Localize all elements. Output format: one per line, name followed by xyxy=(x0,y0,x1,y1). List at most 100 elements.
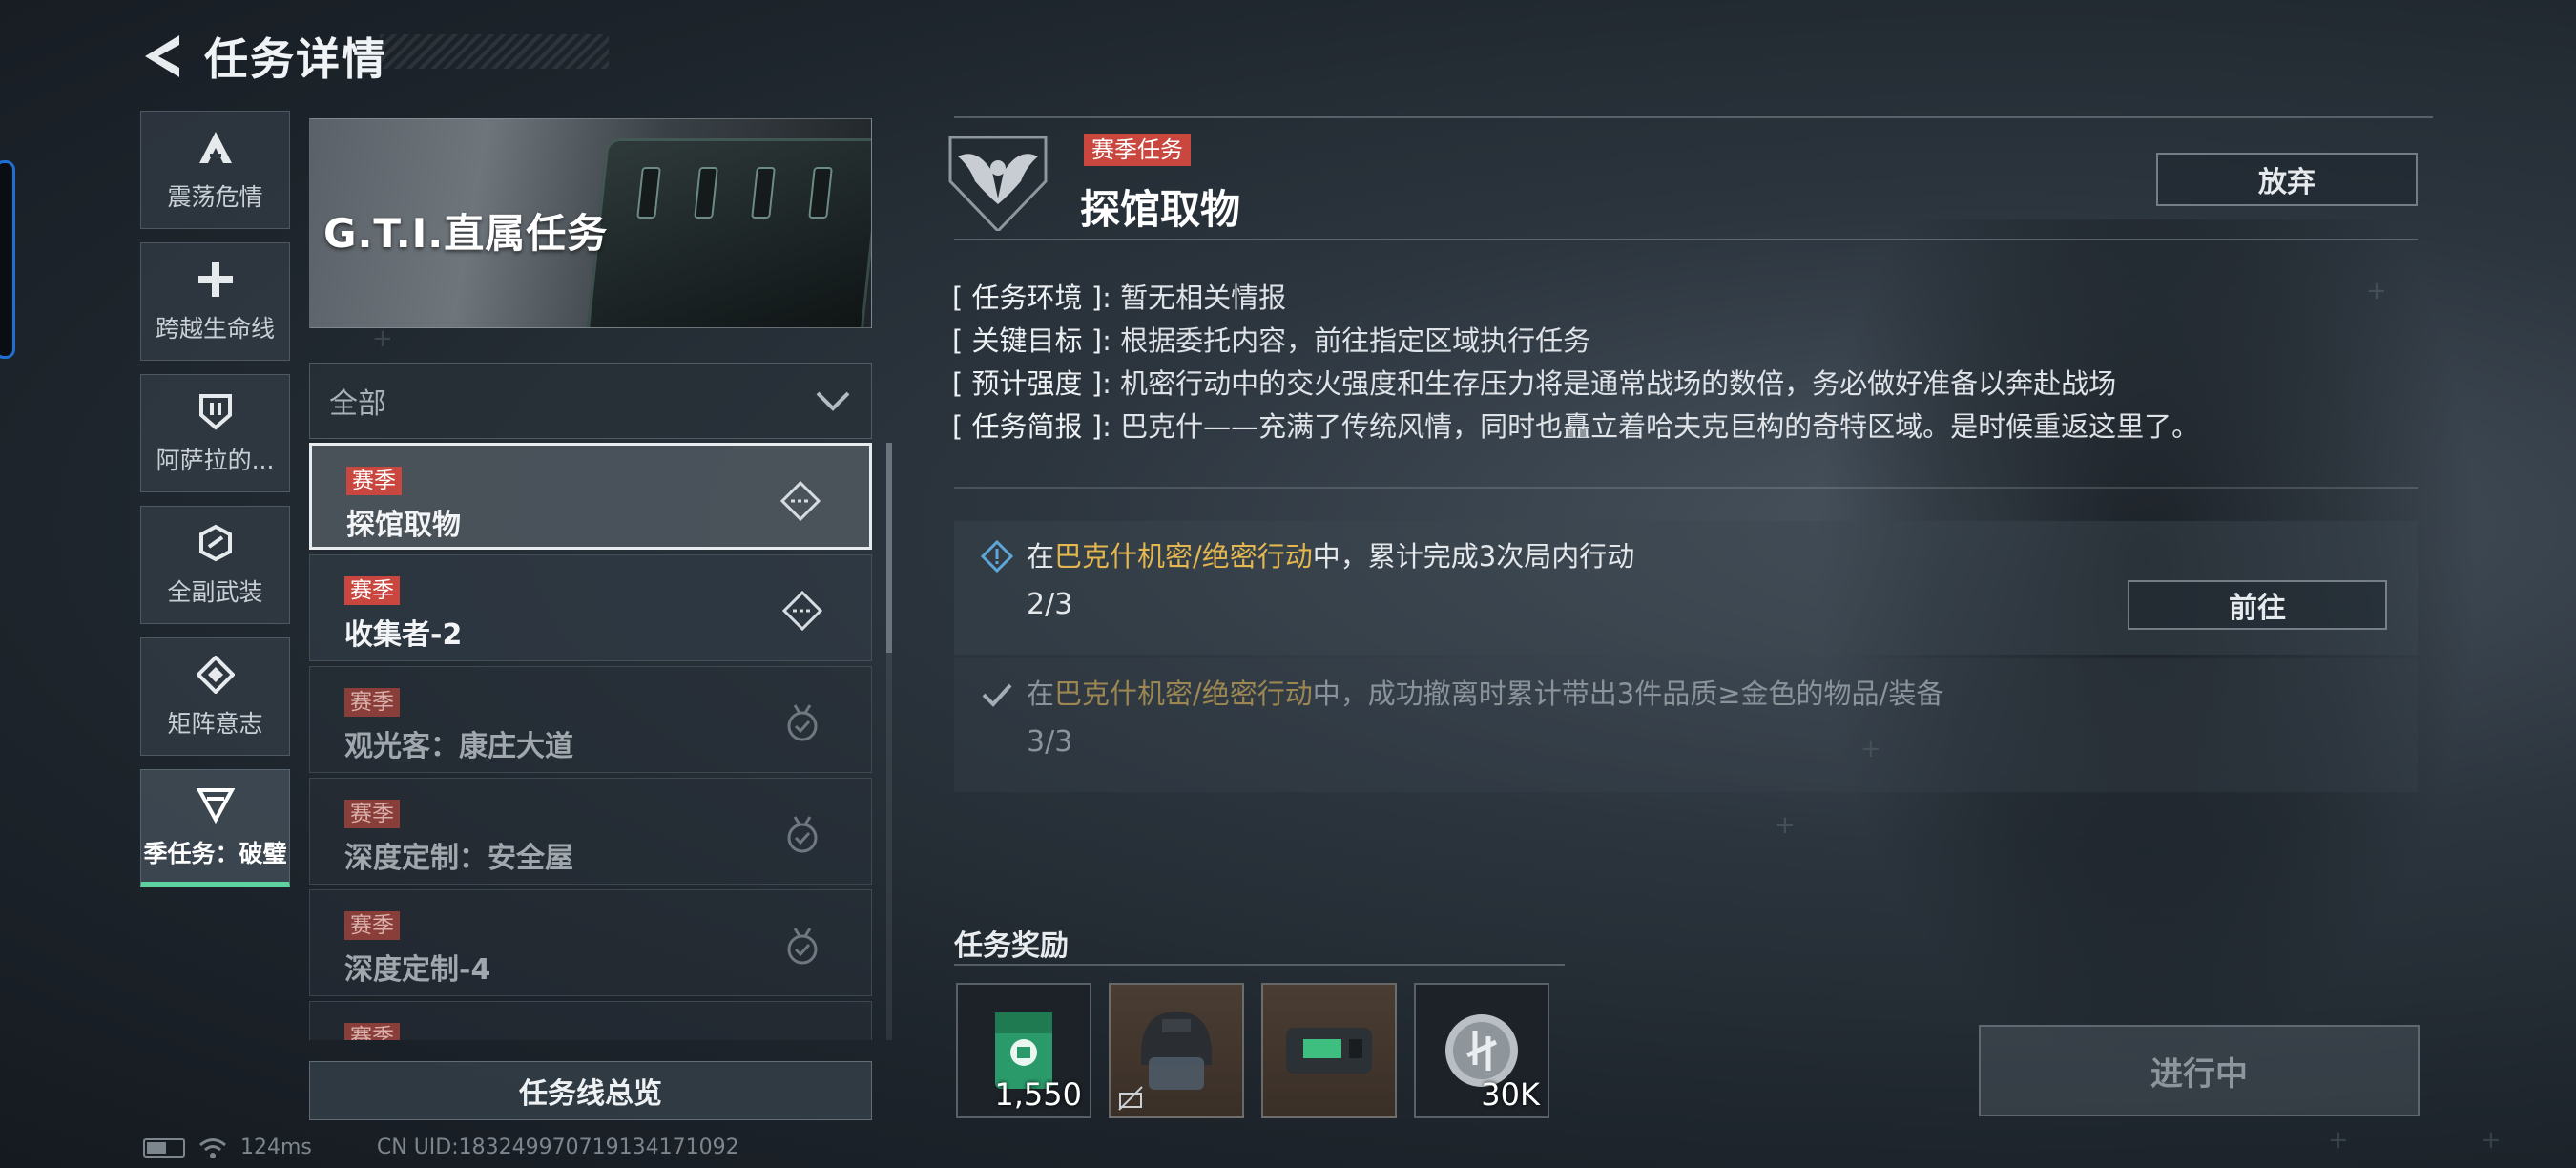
completed-medal-icon xyxy=(787,816,818,853)
ping-text: 124ms xyxy=(240,1136,312,1159)
side-edge-tab[interactable] xyxy=(0,160,15,359)
completed-medal-icon xyxy=(787,704,818,741)
season-tag: 赛季 xyxy=(344,1023,400,1040)
detail-season-tag: 赛季任务 xyxy=(1084,134,1191,166)
category-item-season[interactable]: 季任务：破璧 xyxy=(140,769,290,887)
shield-icon xyxy=(195,390,237,432)
category-item-zhendang[interactable]: 震荡危情 xyxy=(140,111,290,229)
reward-list: 1,550 30K xyxy=(956,983,1549,1118)
wifi-icon xyxy=(199,1137,226,1158)
info-value: 暂无相关情报 xyxy=(1120,282,1287,314)
in-progress-icon xyxy=(781,590,823,632)
reward-item[interactable]: 30K xyxy=(1414,983,1549,1118)
divider xyxy=(954,964,1565,966)
reward-item[interactable] xyxy=(1109,983,1244,1118)
reward-item[interactable] xyxy=(1261,983,1397,1118)
category-item-quanfu[interactable]: 全副武装 xyxy=(140,506,290,624)
season-tag: 赛季 xyxy=(344,911,400,940)
banner-title: G.T.I.直属任务 xyxy=(323,210,609,257)
uid-text: CN UID:183249970719134171092 xyxy=(376,1136,739,1159)
info-key: [ 关键目标 ] xyxy=(952,324,1103,357)
no-transfer-icon xyxy=(1118,1086,1143,1111)
info-intensity: [ 预计强度 ]: 机密行动中的交火强度和生存压力将是通常战场的数倍，务必做好准… xyxy=(952,367,2117,400)
taskline-overview-button[interactable]: 任务线总览 xyxy=(309,1061,872,1120)
task-name: 收集者-2 xyxy=(344,618,463,652)
task-item[interactable]: 赛季 深度定制：安全屋 xyxy=(309,778,872,885)
completed-medal-icon xyxy=(787,928,818,965)
info-value: 机密行动中的交火强度和生存压力将是通常战场的数倍，务必做好准备以奔赴战场 xyxy=(1120,367,2117,400)
funnel-icon xyxy=(195,783,237,825)
task-name: 观光客：康庄大道 xyxy=(344,730,573,763)
objective-text: 在巴克什机密/绝密行动中，累计完成3次局内行动 xyxy=(1027,534,1634,574)
reward-quantity: 1,550 xyxy=(994,1076,1082,1113)
header-decoration xyxy=(380,34,609,69)
task-detail-title: 探馆取物 xyxy=(1080,186,1241,233)
filter-value: 全部 xyxy=(329,387,386,421)
diamond-icon xyxy=(195,654,237,696)
task-item[interactable]: 赛季 深度定制-4 xyxy=(309,889,872,996)
task-list-scrollbar[interactable] xyxy=(886,443,892,1040)
scrollbar-thumb[interactable] xyxy=(886,443,892,653)
category-label: 全副武装 xyxy=(167,578,263,606)
task-name: 深度定制-4 xyxy=(344,953,491,987)
divider xyxy=(954,487,2418,489)
task-info: [ 任务环境 ]: 暂无相关情报 [ 关键目标 ]: 根据委托内容，前往指定区域… xyxy=(952,277,2421,448)
goto-button[interactable]: 前往 xyxy=(2128,580,2387,630)
status-bar: 124ms CN UID:183249970719134171092 xyxy=(143,1136,739,1159)
abandon-button[interactable]: 放弃 xyxy=(2156,153,2418,206)
objective-progress: 3/3 xyxy=(1027,725,1073,759)
category-label: 季任务：破璧 xyxy=(143,839,287,867)
back-arrow-icon[interactable] xyxy=(141,31,183,81)
task-item[interactable]: 赛季 探馆取物 xyxy=(309,443,872,550)
category-item-juzhen[interactable]: 矩阵意志 xyxy=(140,637,290,756)
reward-title: 任务奖励 xyxy=(954,929,1069,963)
objective-text-post: 中，成功撤离时累计带出3件品质≥金色的物品/装备 xyxy=(1312,678,1944,710)
objective-text: 在巴克什机密/绝密行动中，成功撤离时累计带出3件品质≥金色的物品/装备 xyxy=(1027,672,1943,712)
category-label: 跨越生命线 xyxy=(155,315,275,343)
category-label: 震荡危情 xyxy=(167,183,263,211)
info-objective: [ 关键目标 ]: 根据委托内容，前往指定区域执行任务 xyxy=(952,324,1591,357)
category-label: 矩阵意志 xyxy=(167,710,263,738)
info-value: 巴克什——充满了传统风情，同时也矗立着哈夫克巨构的奇特区域。是时候重返这里了。 xyxy=(1120,410,2200,443)
task-item[interactable]: 赛季 xyxy=(309,1001,872,1040)
objective-text-pre: 在 xyxy=(1027,678,1055,710)
objective-text-post: 中，累计完成3次局内行动 xyxy=(1312,540,1635,573)
chevron-down-icon xyxy=(816,391,850,411)
objective-location: 巴克什机密/绝密行动 xyxy=(1054,678,1313,710)
category-item-asala[interactable]: 阿萨拉的... xyxy=(140,374,290,492)
task-name: 探馆取物 xyxy=(346,509,461,542)
eagle-emblem-icon xyxy=(948,136,1048,231)
info-briefing: [ 任务简报 ]: 巴克什——充满了传统风情，同时也矗立着哈夫克巨构的奇特区域。… xyxy=(952,410,2200,443)
info-key: [ 任务环境 ] xyxy=(952,282,1103,314)
reward-quantity: 30K xyxy=(1481,1076,1540,1113)
season-tag: 赛季 xyxy=(346,467,402,495)
objective-text-pre: 在 xyxy=(1027,540,1055,573)
task-item[interactable]: 赛季 收集者-2 xyxy=(309,554,872,661)
in-progress-status-button: 进行中 xyxy=(1979,1025,2420,1116)
task-name: 深度定制：安全屋 xyxy=(344,842,573,875)
divider xyxy=(954,116,2433,118)
info-environment: [ 任务环境 ]: 暂无相关情报 xyxy=(952,282,1287,314)
category-item-kuayue[interactable]: 跨越生命线 xyxy=(140,242,290,361)
objective-location: 巴克什机密/绝密行动 xyxy=(1054,540,1313,573)
in-progress-icon xyxy=(779,480,821,522)
task-filter-dropdown[interactable]: 全部 xyxy=(309,363,872,439)
task-item[interactable]: 赛季 观光客：康庄大道 xyxy=(309,666,872,773)
category-sidebar: 震荡危情 跨越生命线 阿萨拉的... 全副武装 矩阵意志 季任务：破璧 xyxy=(140,111,290,901)
triangle-a-icon xyxy=(195,127,237,169)
hexagon-icon xyxy=(195,522,237,564)
page-header: 任务详情 xyxy=(141,25,387,88)
exclamation-diamond-icon xyxy=(981,540,1013,573)
task-list: 赛季 探馆取物 赛季 收集者-2 赛季 观光客：康庄大道 赛季 深度定制：安全屋… xyxy=(309,443,872,1040)
season-tag: 赛季 xyxy=(344,800,400,828)
reward-item[interactable]: 1,550 xyxy=(956,983,1091,1118)
checkmark-icon xyxy=(982,683,1012,707)
info-key: [ 任务简报 ] xyxy=(952,410,1103,443)
category-label: 阿萨拉的... xyxy=(156,447,275,474)
info-value: 根据委托内容，前往指定区域执行任务 xyxy=(1120,324,1591,357)
objective-row: 在巴克什机密/绝密行动中，成功撤离时累计带出3件品质≥金色的物品/装备 3/3 xyxy=(954,658,2418,792)
battery-icon xyxy=(143,1137,185,1158)
divider xyxy=(954,239,2418,240)
case-illustration xyxy=(585,138,871,327)
plus-icon xyxy=(195,259,237,301)
